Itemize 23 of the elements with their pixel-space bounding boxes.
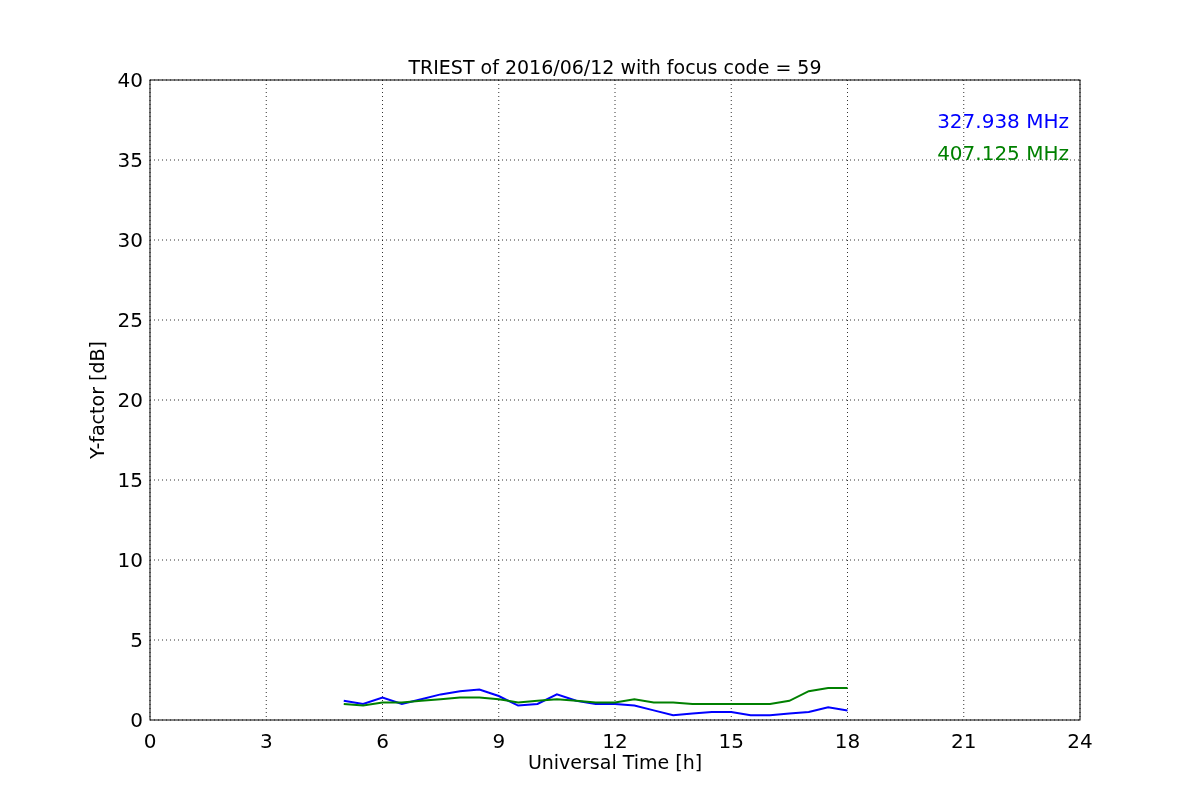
x-tick-label: 21 xyxy=(951,729,977,753)
x-tick-label: 18 xyxy=(834,729,861,753)
y-axis-label: Y-factor [dB] xyxy=(86,341,108,459)
x-tick-label: 9 xyxy=(492,729,506,753)
y-tick-label: 0 xyxy=(130,708,143,732)
y-tick-label: 5 xyxy=(130,628,143,652)
x-tick-label: 3 xyxy=(259,729,273,753)
x-tick-label: 6 xyxy=(376,729,389,753)
y-tick-label: 30 xyxy=(117,228,143,252)
chart-title: TRIEST of 2016/06/12 with focus code = 59 xyxy=(408,56,822,78)
x-axis-label: Universal Time [h] xyxy=(527,751,703,773)
x-tick-label: 0 xyxy=(143,729,157,753)
x-tick-label: 15 xyxy=(718,729,744,753)
y-tick-label: 25 xyxy=(117,308,143,332)
y-tick-label: 20 xyxy=(117,388,143,412)
legend-label: 327.938 MHz xyxy=(937,109,1069,133)
y-tick-label: 10 xyxy=(117,548,143,572)
x-tick-label: 12 xyxy=(602,729,628,753)
x-tick-label: 24 xyxy=(1067,729,1093,753)
y-tick-label: 15 xyxy=(117,468,143,492)
legend-label: 407.125 MHz xyxy=(937,141,1069,165)
y-tick-label: 35 xyxy=(117,148,143,172)
y-tick-label: 40 xyxy=(117,68,143,92)
